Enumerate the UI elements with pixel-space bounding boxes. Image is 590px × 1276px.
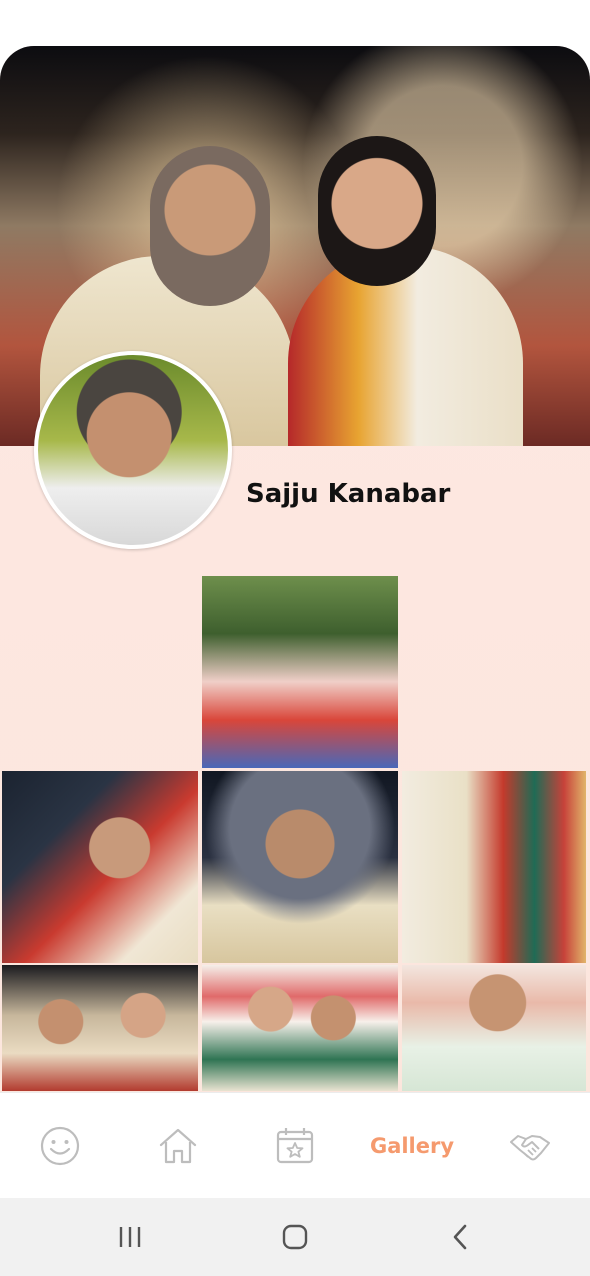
- nav-item-events[interactable]: [245, 1093, 345, 1199]
- home-icon: [159, 1128, 197, 1164]
- gallery-photo[interactable]: [202, 576, 398, 768]
- nav-item-home[interactable]: [128, 1093, 228, 1199]
- profile-name: Sajju Kanabar: [246, 479, 451, 509]
- gallery-photo[interactable]: [402, 965, 586, 1091]
- back-button[interactable]: [420, 1198, 500, 1276]
- home-button[interactable]: [255, 1198, 335, 1276]
- handshake-icon: [510, 1135, 550, 1161]
- nav-gallery-label: Gallery: [369, 1134, 455, 1158]
- gallery-photo[interactable]: [202, 771, 398, 963]
- gallery-photo[interactable]: [402, 771, 586, 963]
- gallery-photo[interactable]: [2, 965, 198, 1091]
- recents-button[interactable]: [90, 1198, 170, 1276]
- cover-person-man-head: [150, 146, 270, 306]
- smiley-icon: [40, 1126, 80, 1166]
- home-circle-icon: [282, 1224, 308, 1250]
- cover-person-woman-head: [318, 136, 436, 286]
- nav-item-gallery[interactable]: Gallery: [352, 1093, 472, 1199]
- recents-icon: [119, 1227, 141, 1247]
- gallery-photo[interactable]: [202, 965, 398, 1091]
- calendar-icon: [276, 1128, 314, 1164]
- nav-item-profile[interactable]: [10, 1093, 110, 1199]
- gallery-photo[interactable]: [2, 771, 198, 963]
- bottom-nav: Gallery: [0, 1092, 590, 1199]
- avatar[interactable]: [34, 351, 232, 549]
- system-nav-bar: [0, 1198, 590, 1276]
- nav-item-connect[interactable]: [480, 1093, 580, 1199]
- back-icon: [453, 1224, 467, 1250]
